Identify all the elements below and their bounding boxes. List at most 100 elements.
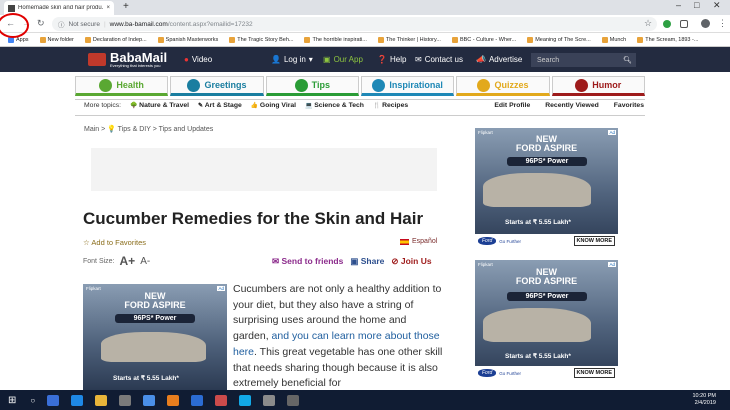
url-bar[interactable]: ⓘ Not secure | www.ba-bamail.com/content…: [52, 17, 657, 31]
minimize-icon[interactable]: –: [676, 0, 681, 10]
inline-ad[interactable]: Flipkart Ad NEW FORD ASPIRE 96PS* Power …: [83, 284, 227, 390]
extension-icon[interactable]: [663, 20, 671, 28]
system-clock[interactable]: 10:20 PM 2/4/2019: [692, 393, 716, 407]
body-text-2: . This great vegetable has one other ski…: [233, 345, 443, 390]
send-friends-button[interactable]: ✉ Send to friends: [272, 256, 343, 267]
profile-avatar-icon[interactable]: [701, 19, 710, 28]
topic-link[interactable]: ✎ Art & Stage: [198, 102, 242, 109]
bookmark-label: New folder: [47, 36, 74, 43]
know-more-button[interactable]: KNOW MORE: [573, 368, 615, 378]
add-favorites-link[interactable]: ☆ Add to Favorites: [83, 238, 146, 247]
help-link[interactable]: ❓ Help: [377, 55, 406, 64]
bookmark-item[interactable]: The Thinker | History...: [377, 36, 441, 43]
topic-link[interactable]: 🌳 Nature & Travel: [130, 102, 189, 109]
app-icon[interactable]: [215, 394, 228, 406]
account-link[interactable]: Edit Profile: [494, 102, 530, 109]
topic-link[interactable]: 💻 Science & Tech: [305, 102, 364, 109]
topic-link[interactable]: 👍 Going Viral: [251, 102, 296, 109]
bookmark-item[interactable]: Munch: [601, 36, 626, 43]
windows-start-icon[interactable]: ⊞: [8, 395, 16, 406]
topic-label: Going Viral: [259, 102, 297, 109]
task-view-icon[interactable]: [47, 394, 60, 406]
bookmark-item[interactable]: The horrible inspirati...: [304, 36, 367, 43]
search-taskbar-icon[interactable]: ○: [30, 396, 35, 405]
bookmark-item[interactable]: Spanish Masterworks: [157, 36, 218, 43]
topic-label: Science & Tech: [314, 102, 364, 109]
skype-icon[interactable]: [239, 394, 252, 406]
ad-price: Starts at ₹ 5.55 Lakh*: [505, 353, 571, 360]
bookmark-item[interactable]: Declaration of Indep...: [84, 36, 147, 43]
ad-headline-2: FORD ASPIRE: [124, 300, 186, 310]
category-health[interactable]: Health: [75, 76, 169, 96]
share-label: Share: [360, 256, 385, 266]
bookmark-item[interactable]: New folder: [39, 36, 74, 43]
category-label: Inspirational: [389, 80, 443, 90]
category-icon: [372, 78, 386, 92]
know-more-button[interactable]: KNOW MORE: [573, 236, 615, 246]
not-secure-label: Not secure: [68, 20, 100, 28]
more-topics-label: More topics:: [84, 102, 122, 109]
account-link[interactable]: Favorites: [614, 102, 644, 109]
font-size-label: Font Size:: [83, 257, 115, 265]
bookmark-star-icon[interactable]: ☆: [644, 18, 652, 29]
spanish-link[interactable]: Español: [400, 238, 437, 245]
topic-label: Nature & Travel: [139, 102, 190, 109]
maximize-icon[interactable]: □: [694, 0, 699, 10]
topic-link[interactable]: 🍴 Recipes: [373, 102, 408, 109]
bookmark-item[interactable]: Meaning of The Scre...: [527, 36, 591, 43]
bookmark-folder-icon: [377, 36, 384, 43]
file-explorer-icon[interactable]: [95, 394, 108, 406]
app-icon[interactable]: [263, 394, 276, 406]
bookmark-label: Declaration of Indep...: [92, 36, 147, 43]
new-tab-button[interactable]: +: [123, 1, 129, 12]
join-us-label: Join Us: [400, 256, 432, 266]
our-app-link[interactable]: ▣ Our App: [323, 55, 363, 64]
category-quizzes[interactable]: Quizzes: [456, 76, 550, 96]
car-image: [483, 308, 591, 342]
ad-footer: Ford Go Further KNOW MORE: [475, 234, 618, 248]
sidebar-ad-1[interactable]: Flipkart Ad NEW FORD ASPIRE 96PS* Power …: [475, 128, 618, 248]
chrome-icon[interactable]: [143, 394, 156, 406]
font-decrease-button[interactable]: A-: [140, 256, 150, 267]
advertise-link[interactable]: 📣 Advertise: [476, 55, 522, 64]
join-us-button[interactable]: ⊘ Join Us: [391, 256, 431, 267]
category-tips[interactable]: Tips: [265, 76, 359, 96]
category-label: Humor: [592, 80, 622, 90]
ad-footer: Ford Go Further KNOW MORE: [475, 366, 618, 380]
extension-shield-icon[interactable]: [680, 20, 688, 28]
search-icon[interactable]: 🔍︎: [623, 56, 632, 64]
category-humor[interactable]: Humor: [551, 76, 645, 96]
contact-link[interactable]: ✉ Contact us: [415, 55, 463, 64]
login-link[interactable]: 👤 Log in ▾: [271, 55, 313, 64]
edge-icon[interactable]: [71, 394, 84, 406]
menu-kebab-icon[interactable]: ⋮: [718, 18, 727, 29]
reload-icon[interactable]: ↻: [37, 18, 45, 29]
word-icon[interactable]: [191, 394, 204, 406]
font-increase-button[interactable]: A+: [120, 254, 136, 268]
category-inspirational[interactable]: Inspirational: [360, 76, 455, 96]
bookmark-item[interactable]: BBC - Culture - Wher...: [451, 36, 517, 43]
megaphone-icon: 📣: [476, 55, 486, 64]
category-label: Quizzes: [494, 80, 529, 90]
category-icon: [575, 78, 589, 92]
search-input[interactable]: Search 🔍︎: [531, 53, 636, 67]
store-icon[interactable]: [119, 394, 132, 406]
vlc-icon[interactable]: [167, 394, 180, 406]
category-icon: [294, 78, 308, 92]
bookmark-item[interactable]: The Tragic Story Beh...: [229, 36, 293, 43]
sidebar-ad-2[interactable]: Flipkart Ad NEW FORD ASPIRE 96PS* Power …: [475, 260, 618, 380]
video-link[interactable]: ● Video: [184, 55, 212, 64]
tab-close-icon[interactable]: ×: [106, 5, 110, 11]
close-window-icon[interactable]: ✕: [713, 0, 721, 11]
contact-label: Contact us: [424, 55, 463, 64]
bookmark-folder-icon: [451, 36, 458, 43]
facebook-share-button[interactable]: ▣ Share: [350, 256, 384, 267]
account-link[interactable]: Recently Viewed: [545, 102, 599, 109]
browser-tab[interactable]: Homemade skin and hair produ... ×: [4, 1, 114, 15]
bookmark-item[interactable]: The Scream, 1893 -...: [637, 36, 698, 43]
bookmark-folder-icon: [229, 36, 236, 43]
breadcrumb[interactable]: Main > 💡 Tips & DIY > Tips and Updates: [84, 125, 213, 133]
category-greetings[interactable]: Greetings: [170, 76, 264, 96]
bookmark-label: BBC - Culture - Wher...: [459, 36, 517, 43]
app-icon[interactable]: [287, 394, 300, 406]
